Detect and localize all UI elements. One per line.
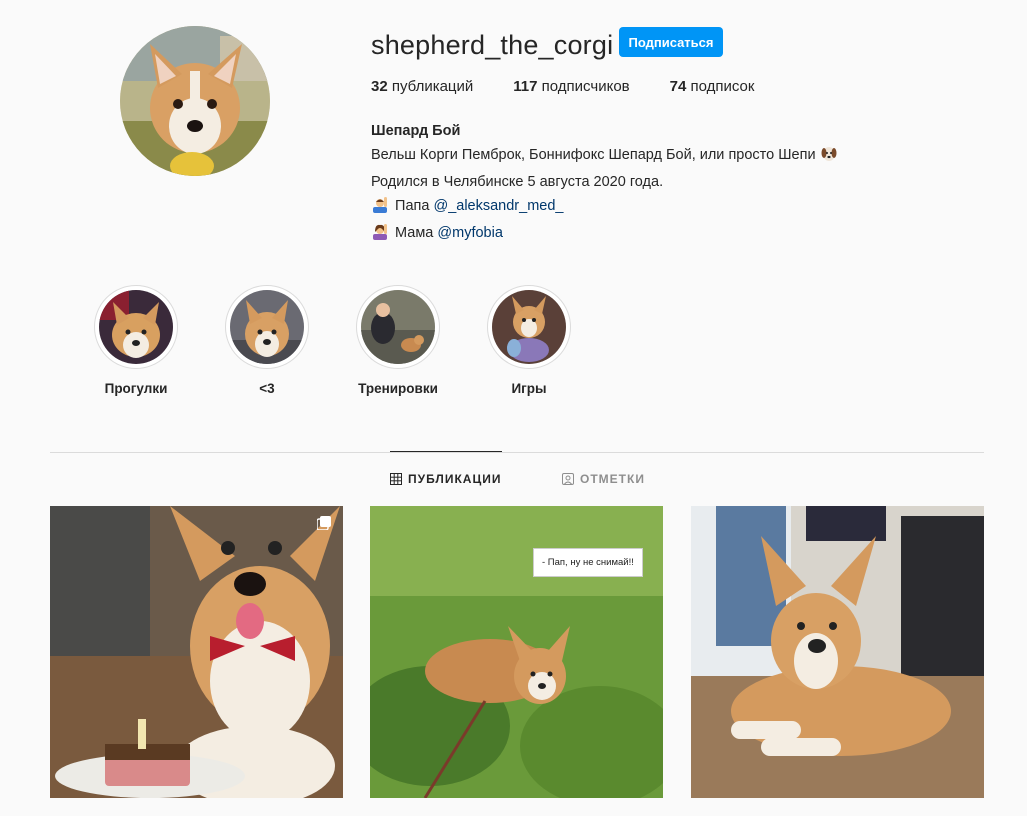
highlight-cover-ring [356, 285, 440, 369]
highlight-item[interactable]: Игры [486, 285, 572, 396]
tab-tagged[interactable]: ОТМЕТКИ [562, 472, 645, 486]
highlight-item[interactable]: <3 [224, 285, 310, 396]
tabs-divider [50, 452, 984, 453]
dog-face-emoji-icon [820, 144, 838, 170]
bio-line-2: Родился в Челябинске 5 августа 2020 года… [371, 174, 664, 190]
multi-post-icon [317, 516, 331, 530]
active-tab-indicator [390, 451, 502, 452]
tab-tagged-label: ОТМЕТКИ [580, 472, 645, 486]
posts-count-label: публикаций [391, 78, 474, 95]
posts-count-stat: 32 публикаций [371, 78, 473, 95]
profile-full-name: Шепард Бой [371, 123, 461, 139]
bio-dad-prefix: Папа [395, 198, 430, 214]
bio-dad-line: Папа @_aleksandr_med_ [371, 194, 840, 221]
profile-bio: Шепард Бой Вельш Корги Пемброк, Боннифок… [371, 119, 840, 248]
highlight-cover-ring [487, 285, 571, 369]
post-thumbnail[interactable] [50, 506, 343, 798]
dad-profile-link[interactable]: @_aleksandr_med_ [433, 198, 563, 214]
highlight-cover-image [99, 290, 173, 364]
highlight-label: Прогулки [104, 381, 168, 396]
woman-raising-hand-icon [371, 222, 389, 248]
following-label: подписок [690, 78, 755, 95]
posts-count: 32 [371, 78, 388, 95]
highlight-label: Игры [511, 381, 547, 396]
bio-mom-line: Мама @myfobia [371, 221, 840, 248]
highlight-cover-image [230, 290, 304, 364]
bio-line-1-text: Вельш Корги Пемброк, Боннифокс Шепард Бо… [371, 147, 816, 163]
followers-label: подписчиков [541, 78, 630, 95]
tagged-icon [562, 473, 574, 485]
story-highlights: Прогулки <3 Тренировки Игры [93, 285, 617, 396]
profile-username: shepherd_the_corgi [371, 30, 614, 60]
follow-button[interactable]: Подписаться [619, 27, 723, 57]
following-count: 74 [669, 78, 687, 95]
highlight-cover-ring [94, 285, 178, 369]
highlight-cover-image [361, 290, 435, 364]
mom-profile-link[interactable]: @myfobia [437, 225, 503, 241]
following-stat[interactable]: 74 подписок [670, 78, 755, 95]
grid-icon [390, 473, 402, 485]
tab-posts[interactable]: ПУБЛИКАЦИИ [390, 472, 501, 486]
followers-stat[interactable]: 117 подписчиков [513, 78, 629, 95]
highlight-cover-image [492, 290, 566, 364]
highlight-cover-ring [225, 285, 309, 369]
bio-mom-prefix: Мама [395, 225, 434, 241]
post-thumbnail[interactable]: - Пап, ну не снимай!! [370, 506, 663, 798]
profile-stats: 32 публикаций 117 подписчиков 74 подписо… [371, 78, 794, 95]
person-raising-hand-icon [371, 195, 389, 221]
bio-line-1: Вельш Корги Пемброк, Боннифокс Шепард Бо… [371, 143, 840, 170]
highlight-label: Тренировки [358, 381, 438, 396]
post-caption-sticker: - Пап, ну не снимай!! [533, 548, 643, 577]
followers-count: 117 [513, 78, 538, 95]
highlight-item[interactable]: Тренировки [355, 285, 441, 396]
post-thumbnail[interactable] [691, 506, 984, 798]
highlight-label: <3 [259, 381, 275, 396]
tab-posts-label: ПУБЛИКАЦИИ [408, 472, 502, 486]
profile-avatar[interactable] [120, 26, 270, 176]
highlight-item[interactable]: Прогулки [93, 285, 179, 396]
